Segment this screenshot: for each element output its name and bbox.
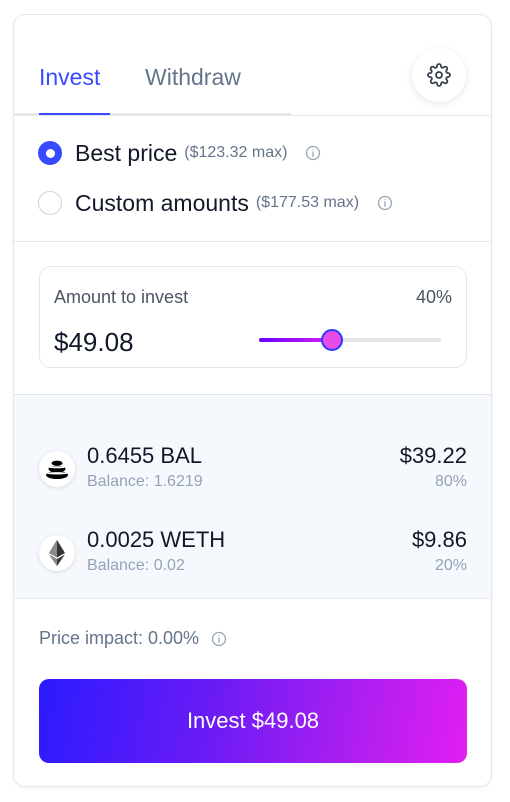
- divider: [14, 241, 491, 242]
- amount-percent: 40%: [415, 287, 452, 307]
- option-max: ($123.32 max): [184, 144, 288, 161]
- token-usd-value: $9.86: [411, 527, 467, 552]
- token-weight: 20%: [434, 557, 467, 574]
- token-row: 0.6455 BAL Balance: 1.6219 $39.22 80%: [14, 443, 491, 499]
- token-row: 0.0025 WETH Balance: 0.02 $9.86 20%: [14, 527, 491, 583]
- invest-card: Invest Withdraw Best price ($123.32 max)…: [13, 14, 492, 787]
- token-amount: 0.6455 BAL: [87, 443, 202, 468]
- slider-thumb[interactable]: [320, 329, 343, 351]
- tab-invest[interactable]: Invest: [39, 62, 100, 92]
- info-icon[interactable]: [211, 631, 227, 647]
- token-weight: 80%: [434, 473, 467, 490]
- option-best-price[interactable]: Best price ($123.32 max): [38, 138, 321, 168]
- settings-button[interactable]: [412, 48, 466, 102]
- balancer-icon: [39, 451, 75, 487]
- divider: [14, 115, 491, 116]
- token-balance: Balance: 1.6219: [87, 473, 203, 490]
- invest-button[interactable]: Invest $49.08: [39, 679, 467, 763]
- price-impact-label: Price impact: 0.00%: [39, 628, 200, 648]
- amount-title: Amount to invest: [54, 287, 189, 307]
- radio-selected[interactable]: [38, 141, 62, 165]
- info-icon[interactable]: [305, 145, 321, 161]
- token-amount: 0.0025 WETH: [87, 527, 226, 552]
- tab-bar: Invest Withdraw: [14, 15, 491, 116]
- token-usd-value: $39.22: [399, 443, 467, 468]
- option-custom-amounts[interactable]: Custom amounts ($177.53 max): [38, 188, 393, 218]
- token-balance: Balance: 0.02: [87, 557, 185, 574]
- token-breakdown-panel: 0.6455 BAL Balance: 1.6219 $39.22 80% 0.…: [14, 394, 491, 599]
- gear-icon: [427, 63, 451, 87]
- radio-unselected[interactable]: [38, 191, 62, 215]
- amount-input-box: Amount to invest 40% $49.08: [39, 266, 467, 368]
- price-impact: Price impact: 0.00%: [39, 628, 227, 649]
- option-max: ($177.53 max): [255, 194, 360, 211]
- tab-withdraw[interactable]: Withdraw: [145, 62, 241, 92]
- amount-slider[interactable]: [259, 329, 441, 351]
- info-icon[interactable]: [377, 195, 393, 211]
- option-label: Best price: [75, 139, 178, 166]
- amount-value[interactable]: $49.08: [54, 327, 134, 358]
- ethereum-icon: [39, 535, 75, 571]
- option-label: Custom amounts: [75, 189, 249, 216]
